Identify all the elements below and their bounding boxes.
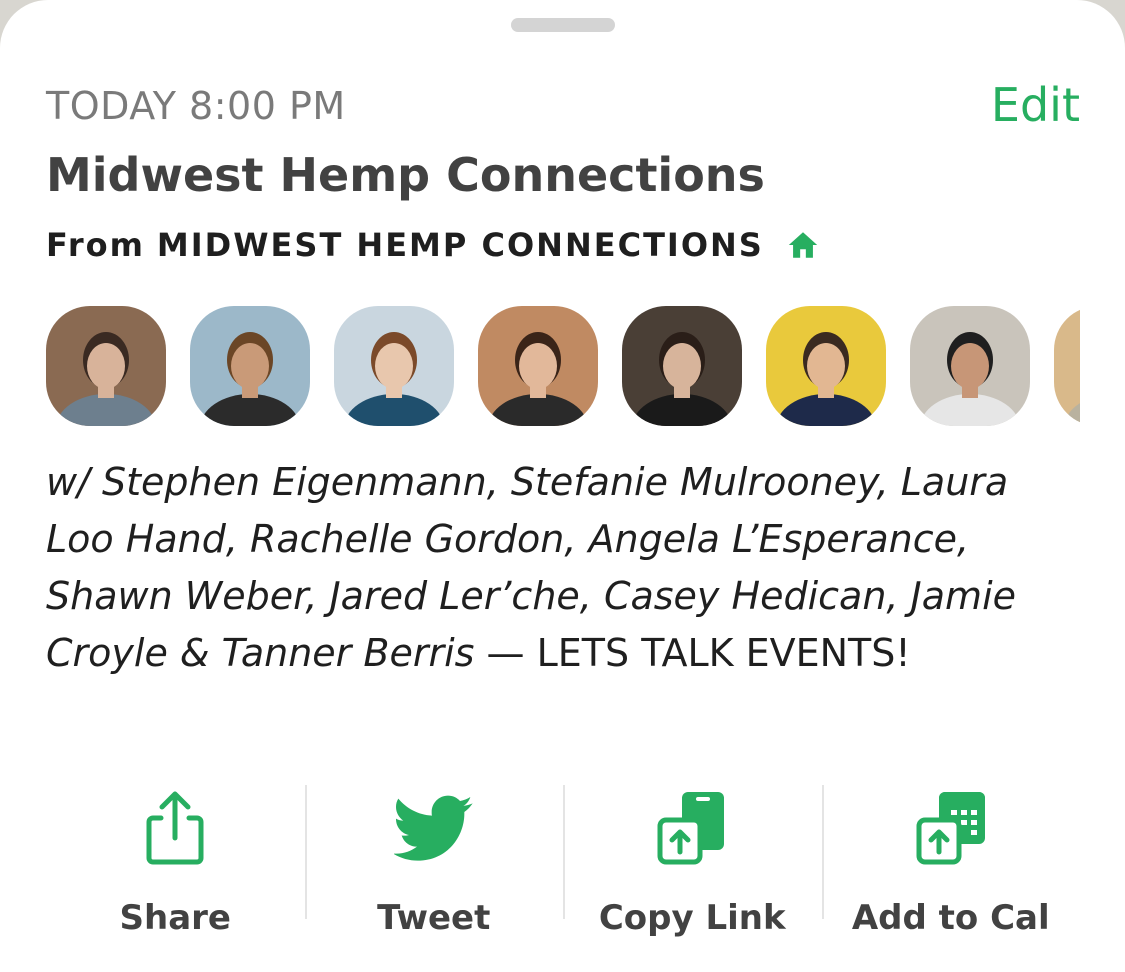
avatar-3[interactable]: [334, 306, 454, 426]
event-title: Midwest Hemp Connections: [46, 148, 765, 202]
avatar-4[interactable]: [478, 306, 598, 426]
share-icon: [146, 791, 204, 865]
event-sheet: TODAY 8:00 PM Edit Midwest Hemp Connecti…: [0, 0, 1125, 972]
speaker-avatars: [46, 306, 1080, 426]
house-icon: [788, 232, 818, 258]
avatar-8[interactable]: [1054, 306, 1080, 426]
add-to-cal-button[interactable]: Add to Cal: [821, 780, 1081, 940]
add-to-cal-label: Add to Cal: [851, 898, 1050, 938]
add-to-calendar-icon: [916, 792, 985, 865]
avatar-photo: [46, 306, 166, 426]
from-prefix: From: [46, 226, 145, 264]
avatar-photo: [190, 306, 310, 426]
copy-link-icon: [657, 792, 725, 865]
event-host[interactable]: From MIDWEST HEMP CONNECTIONS: [46, 226, 820, 264]
tweet-label: Tweet: [377, 898, 491, 938]
avatar-photo: [334, 306, 454, 426]
tweet-button[interactable]: Tweet: [304, 780, 564, 940]
twitter-bird-icon: [393, 795, 473, 861]
avatar-7[interactable]: [910, 306, 1030, 426]
edit-button[interactable]: Edit: [991, 78, 1080, 132]
avatar-photo: [910, 306, 1030, 426]
sheet-grabber[interactable]: [511, 18, 615, 32]
avatar-photo: [1054, 306, 1080, 426]
action-bar: Share Tweet Copy Link Add to Cal: [46, 780, 1080, 940]
event-topic: — LETS TALK EVENTS!: [474, 631, 911, 675]
avatar-6[interactable]: [766, 306, 886, 426]
avatar-photo: [766, 306, 886, 426]
event-time: TODAY 8:00 PM: [46, 84, 346, 128]
share-label: Share: [119, 898, 231, 938]
avatar-photo: [478, 306, 598, 426]
avatar-1[interactable]: [46, 306, 166, 426]
avatar-photo: [622, 306, 742, 426]
speaker-list: w/ Stephen Eigenmann, Stefanie Mulrooney…: [46, 454, 1086, 682]
avatar-5[interactable]: [622, 306, 742, 426]
avatar-2[interactable]: [190, 306, 310, 426]
copy-link-label: Copy Link: [598, 898, 786, 938]
club-name[interactable]: MIDWEST HEMP CONNECTIONS: [157, 226, 764, 264]
copy-link-button[interactable]: Copy Link: [563, 780, 822, 940]
share-button[interactable]: Share: [46, 780, 305, 940]
